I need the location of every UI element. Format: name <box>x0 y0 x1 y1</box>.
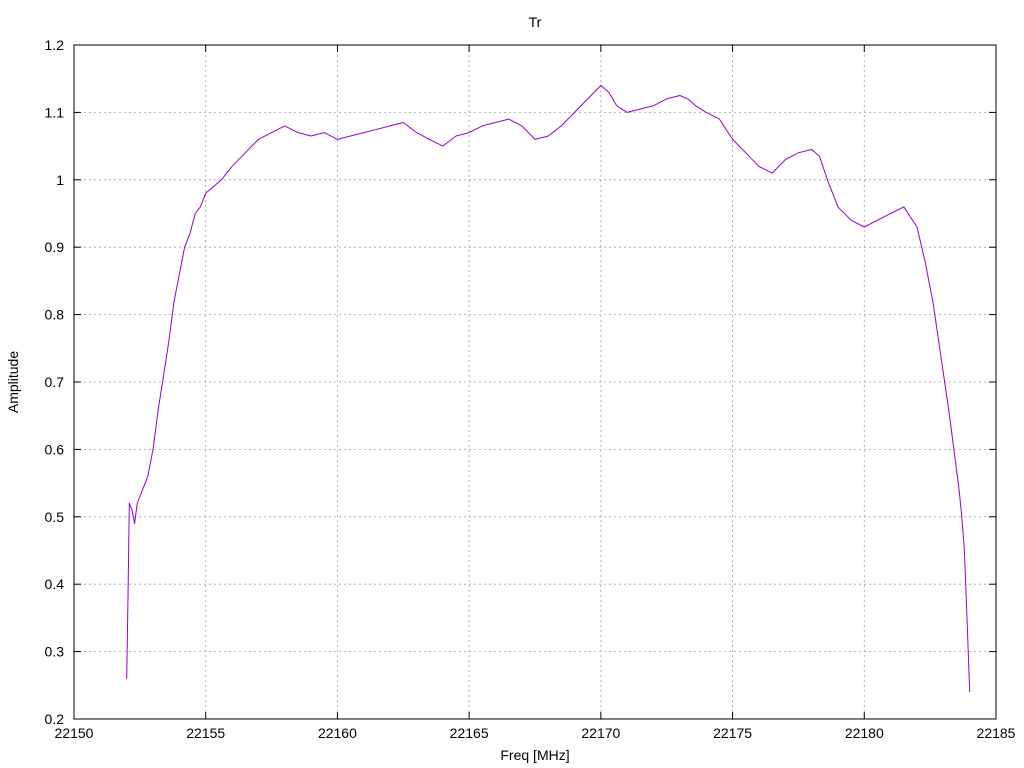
chart-background <box>0 0 1024 768</box>
chart: 22150 22155 22160 22165 22170 22175 22180 22185… <box>0 0 1024 768</box>
y-tick-label: 1.1 <box>45 104 65 120</box>
x-tick-label: 22160 <box>318 725 357 741</box>
y-axis-label: Amplitude <box>5 351 21 413</box>
y-tick-label: 0.5 <box>45 509 65 525</box>
y-tick-label: 0.6 <box>45 441 65 457</box>
y-tick-label: 0.8 <box>45 307 65 323</box>
x-tick-label: 22170 <box>581 725 620 741</box>
x-tick-label: 22175 <box>713 725 752 741</box>
x-tick-label: 22155 <box>186 725 225 741</box>
y-tick-label: 0.7 <box>45 374 65 390</box>
x-tick-label: 22180 <box>845 725 884 741</box>
y-tick-label: 1.2 <box>45 37 65 53</box>
x-axis-label: Freq [MHz] <box>500 747 569 763</box>
y-tick-label: 0.9 <box>45 239 65 255</box>
y-tick-label: 0.4 <box>45 576 65 592</box>
x-tick-label: 22165 <box>450 725 489 741</box>
y-tick-label: 1 <box>56 172 64 188</box>
chart-title: Tr <box>529 14 542 30</box>
y-tick-label: 0.3 <box>45 644 65 660</box>
x-tick-label: 22150 <box>55 725 94 741</box>
x-tick-label: 22185 <box>977 725 1016 741</box>
y-tick-label: 0.2 <box>45 711 65 727</box>
